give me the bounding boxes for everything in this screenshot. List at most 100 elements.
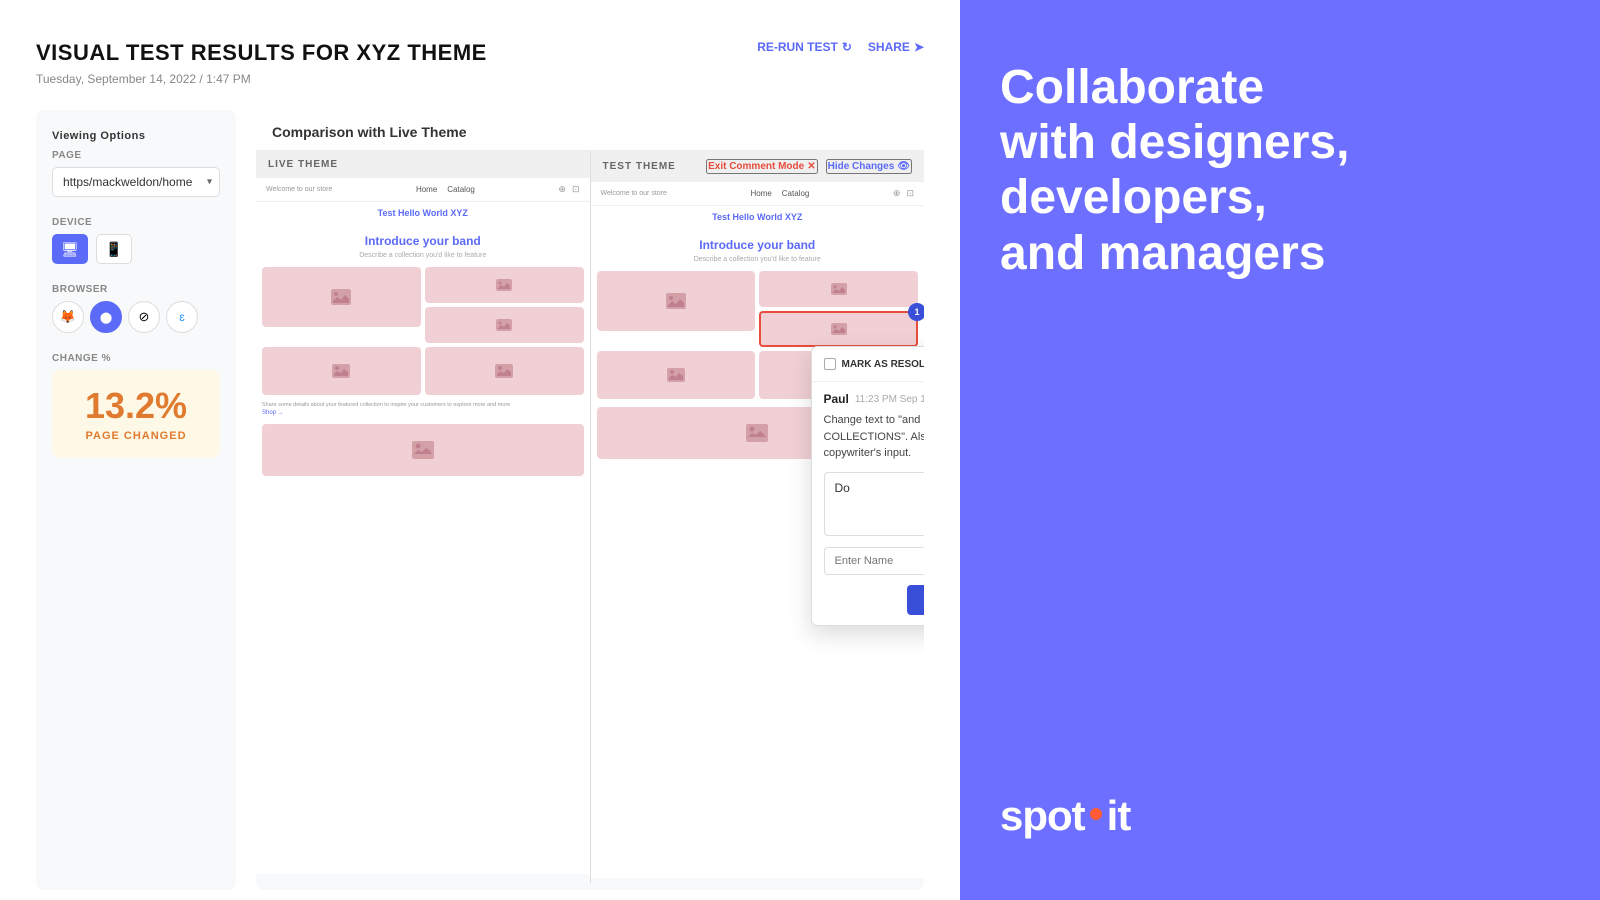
search-icon-live: ⊕ bbox=[558, 184, 566, 195]
live-img-6 bbox=[262, 424, 584, 476]
test-theme-actions: Exit Comment Mode ✕ Hide Changes 👁 bbox=[706, 159, 912, 174]
viewing-options-section: Viewing Options PAGE https/mackweldon/ho… bbox=[52, 130, 220, 458]
mobile-icon: 📱 bbox=[105, 241, 122, 258]
tagline-block: Collaborate with designers, developers, … bbox=[1000, 60, 1560, 281]
rerun-icon: ↻ bbox=[842, 40, 852, 54]
live-theme-col: LIVE THEME Welcome to our store Home Cat… bbox=[256, 151, 590, 883]
live-img-2 bbox=[425, 267, 584, 303]
live-right-grid bbox=[425, 267, 584, 343]
page-section: PAGE https/mackweldon/home ▾ bbox=[52, 150, 220, 197]
safari-icon: ⊘ bbox=[139, 309, 150, 325]
test-img-1 bbox=[597, 271, 756, 331]
eye-icon: 👁 bbox=[897, 161, 910, 172]
comment-author-row: Paul 11:23 PM Sep 15 bbox=[824, 392, 925, 406]
device-section: DEVICE 🖥 📱 bbox=[52, 217, 220, 264]
share-button[interactable]: SHARE ➤ bbox=[868, 40, 924, 54]
search-icon-test: ⊕ bbox=[893, 188, 901, 199]
page-select-wrapper: https/mackweldon/home ▾ bbox=[52, 167, 220, 197]
preview-hero-sub-test: Describe a collection you'd like to feat… bbox=[597, 256, 919, 263]
spot-it-text-after: it bbox=[1107, 792, 1131, 840]
page-subtitle: Tuesday, September 14, 2022 / 1:47 PM bbox=[36, 72, 924, 86]
preview-icons-test: ⊕ ⊡ bbox=[893, 188, 914, 199]
test-img-4 bbox=[597, 351, 756, 399]
main-content: Viewing Options PAGE https/mackweldon/ho… bbox=[36, 110, 924, 890]
preview-hero-title-test: Introduce your band bbox=[597, 238, 919, 252]
change-section: CHANGE % 13.2% PAGE CHANGED bbox=[52, 353, 220, 458]
test-img-2 bbox=[759, 271, 918, 307]
test-theme-header: TEST THEME Exit Comment Mode ✕ Hide Chan… bbox=[591, 151, 925, 182]
edge-btn[interactable]: ɛ bbox=[166, 301, 198, 333]
preview-welcome-live: Welcome to our store bbox=[266, 186, 332, 193]
preview-nav-live: Welcome to our store Home Catalog ⊕ ⊡ bbox=[256, 178, 590, 202]
preview-hero-sub-live: Describe a collection you'd like to feat… bbox=[262, 252, 584, 259]
live-grid bbox=[256, 267, 590, 343]
mobile-device-btn[interactable]: 📱 bbox=[96, 234, 132, 264]
name-input[interactable] bbox=[824, 547, 925, 575]
rerun-test-button[interactable]: RE-RUN TEST ↻ bbox=[757, 40, 852, 54]
live-img-4 bbox=[262, 347, 421, 395]
comment-time: 11:23 PM Sep 15 bbox=[855, 394, 924, 405]
firefox-icon: 🦊 bbox=[60, 309, 76, 325]
firefox-btn[interactable]: 🦊 bbox=[52, 301, 84, 333]
device-label: DEVICE bbox=[52, 217, 220, 228]
sidebar: Viewing Options PAGE https/mackweldon/ho… bbox=[36, 110, 236, 890]
comment-modal: MARK AS RESOLVED ✕ Paul 11:23 PM Sep 15 … bbox=[811, 346, 925, 626]
change-percent-value: 13.2% bbox=[68, 386, 204, 426]
live-img-3 bbox=[425, 307, 584, 343]
modal-header: MARK AS RESOLVED ✕ bbox=[812, 347, 925, 382]
edge-icon: ɛ bbox=[179, 310, 185, 324]
home-link-test: Home bbox=[750, 189, 771, 198]
preview-nav-test: Welcome to our store Home Catalog ⊕ ⊡ bbox=[591, 182, 925, 206]
browser-section: BROWSER 🦊 ⬤ ⊘ ɛ bbox=[52, 284, 220, 333]
browser-label: BROWSER bbox=[52, 284, 220, 295]
preview-hero-test: Introduce your band Describe a collectio… bbox=[591, 226, 925, 271]
browser-options: 🦊 ⬤ ⊘ ɛ bbox=[52, 301, 220, 333]
chrome-btn[interactable]: ⬤ bbox=[90, 301, 122, 333]
desktop-icon: 🖥 bbox=[61, 241, 79, 258]
desktop-device-btn[interactable]: 🖥 bbox=[52, 234, 88, 264]
share-icon: ➤ bbox=[914, 40, 924, 54]
test-grid: 1 bbox=[591, 271, 925, 347]
catalog-link-live: Catalog bbox=[447, 185, 475, 194]
reply-textarea[interactable]: Do bbox=[824, 472, 925, 536]
test-img-3-highlighted: 1 bbox=[759, 311, 918, 347]
send-reply-button[interactable]: SEND REPLY bbox=[907, 585, 924, 615]
home-link-live: Home bbox=[416, 185, 437, 194]
resolved-checkbox[interactable] bbox=[824, 358, 836, 370]
modal-footer: SEND REPLY bbox=[824, 585, 925, 615]
test-theme-label: TEST THEME bbox=[603, 161, 676, 172]
preview-nav-links-live: Home Catalog bbox=[416, 185, 475, 194]
comment-text: Change text to "and more COLLECTIONS". A… bbox=[824, 412, 925, 462]
tagline: Collaborate with designers, developers, … bbox=[1000, 60, 1380, 281]
live-grid-3 bbox=[256, 420, 590, 480]
preview-brand-test: Test Hello World XYZ bbox=[595, 212, 921, 222]
hide-changes-btn[interactable]: Hide Changes 👁 bbox=[826, 159, 912, 174]
change-box-label: PAGE CHANGED bbox=[68, 430, 204, 442]
test-theme-col: TEST THEME Exit Comment Mode ✕ Hide Chan… bbox=[591, 151, 925, 883]
close-icon: ✕ bbox=[807, 161, 815, 172]
mark-resolved[interactable]: MARK AS RESOLVED bbox=[824, 358, 925, 370]
live-img-1 bbox=[262, 267, 421, 327]
safari-btn[interactable]: ⊘ bbox=[128, 301, 160, 333]
live-small-text: Share some details about your featured c… bbox=[256, 399, 590, 420]
test-right-grid: 1 bbox=[759, 271, 918, 347]
right-panel: Collaborate with designers, developers, … bbox=[960, 0, 1600, 900]
notification-badge: 1 bbox=[908, 303, 924, 321]
comment-body: Paul 11:23 PM Sep 15 Change text to "and… bbox=[812, 382, 925, 625]
top-actions: RE-RUN TEST ↻ SHARE ➤ bbox=[757, 40, 924, 54]
page-select[interactable]: https/mackweldon/home bbox=[52, 167, 220, 197]
live-theme-label: LIVE THEME bbox=[268, 159, 338, 170]
device-options: 🖥 📱 bbox=[52, 234, 220, 264]
spot-it-text-before: spot bbox=[1000, 792, 1085, 840]
change-label: CHANGE % bbox=[52, 353, 220, 364]
preview-hero-live: Introduce your band Describe a collectio… bbox=[256, 222, 590, 267]
live-img-5 bbox=[425, 347, 584, 395]
spot-dot-icon bbox=[1090, 808, 1102, 820]
preview-nav-links-test: Home Catalog bbox=[750, 189, 809, 198]
left-panel: VISUAL TEST RESULTS FOR XYZ THEME Tuesda… bbox=[0, 0, 960, 900]
exit-comment-btn[interactable]: Exit Comment Mode ✕ bbox=[706, 159, 818, 174]
live-grid-2 bbox=[256, 343, 590, 399]
preview-hero-title-live: Introduce your band bbox=[262, 234, 584, 248]
catalog-link-test: Catalog bbox=[782, 189, 810, 198]
preview-welcome-test: Welcome to our store bbox=[601, 190, 667, 197]
